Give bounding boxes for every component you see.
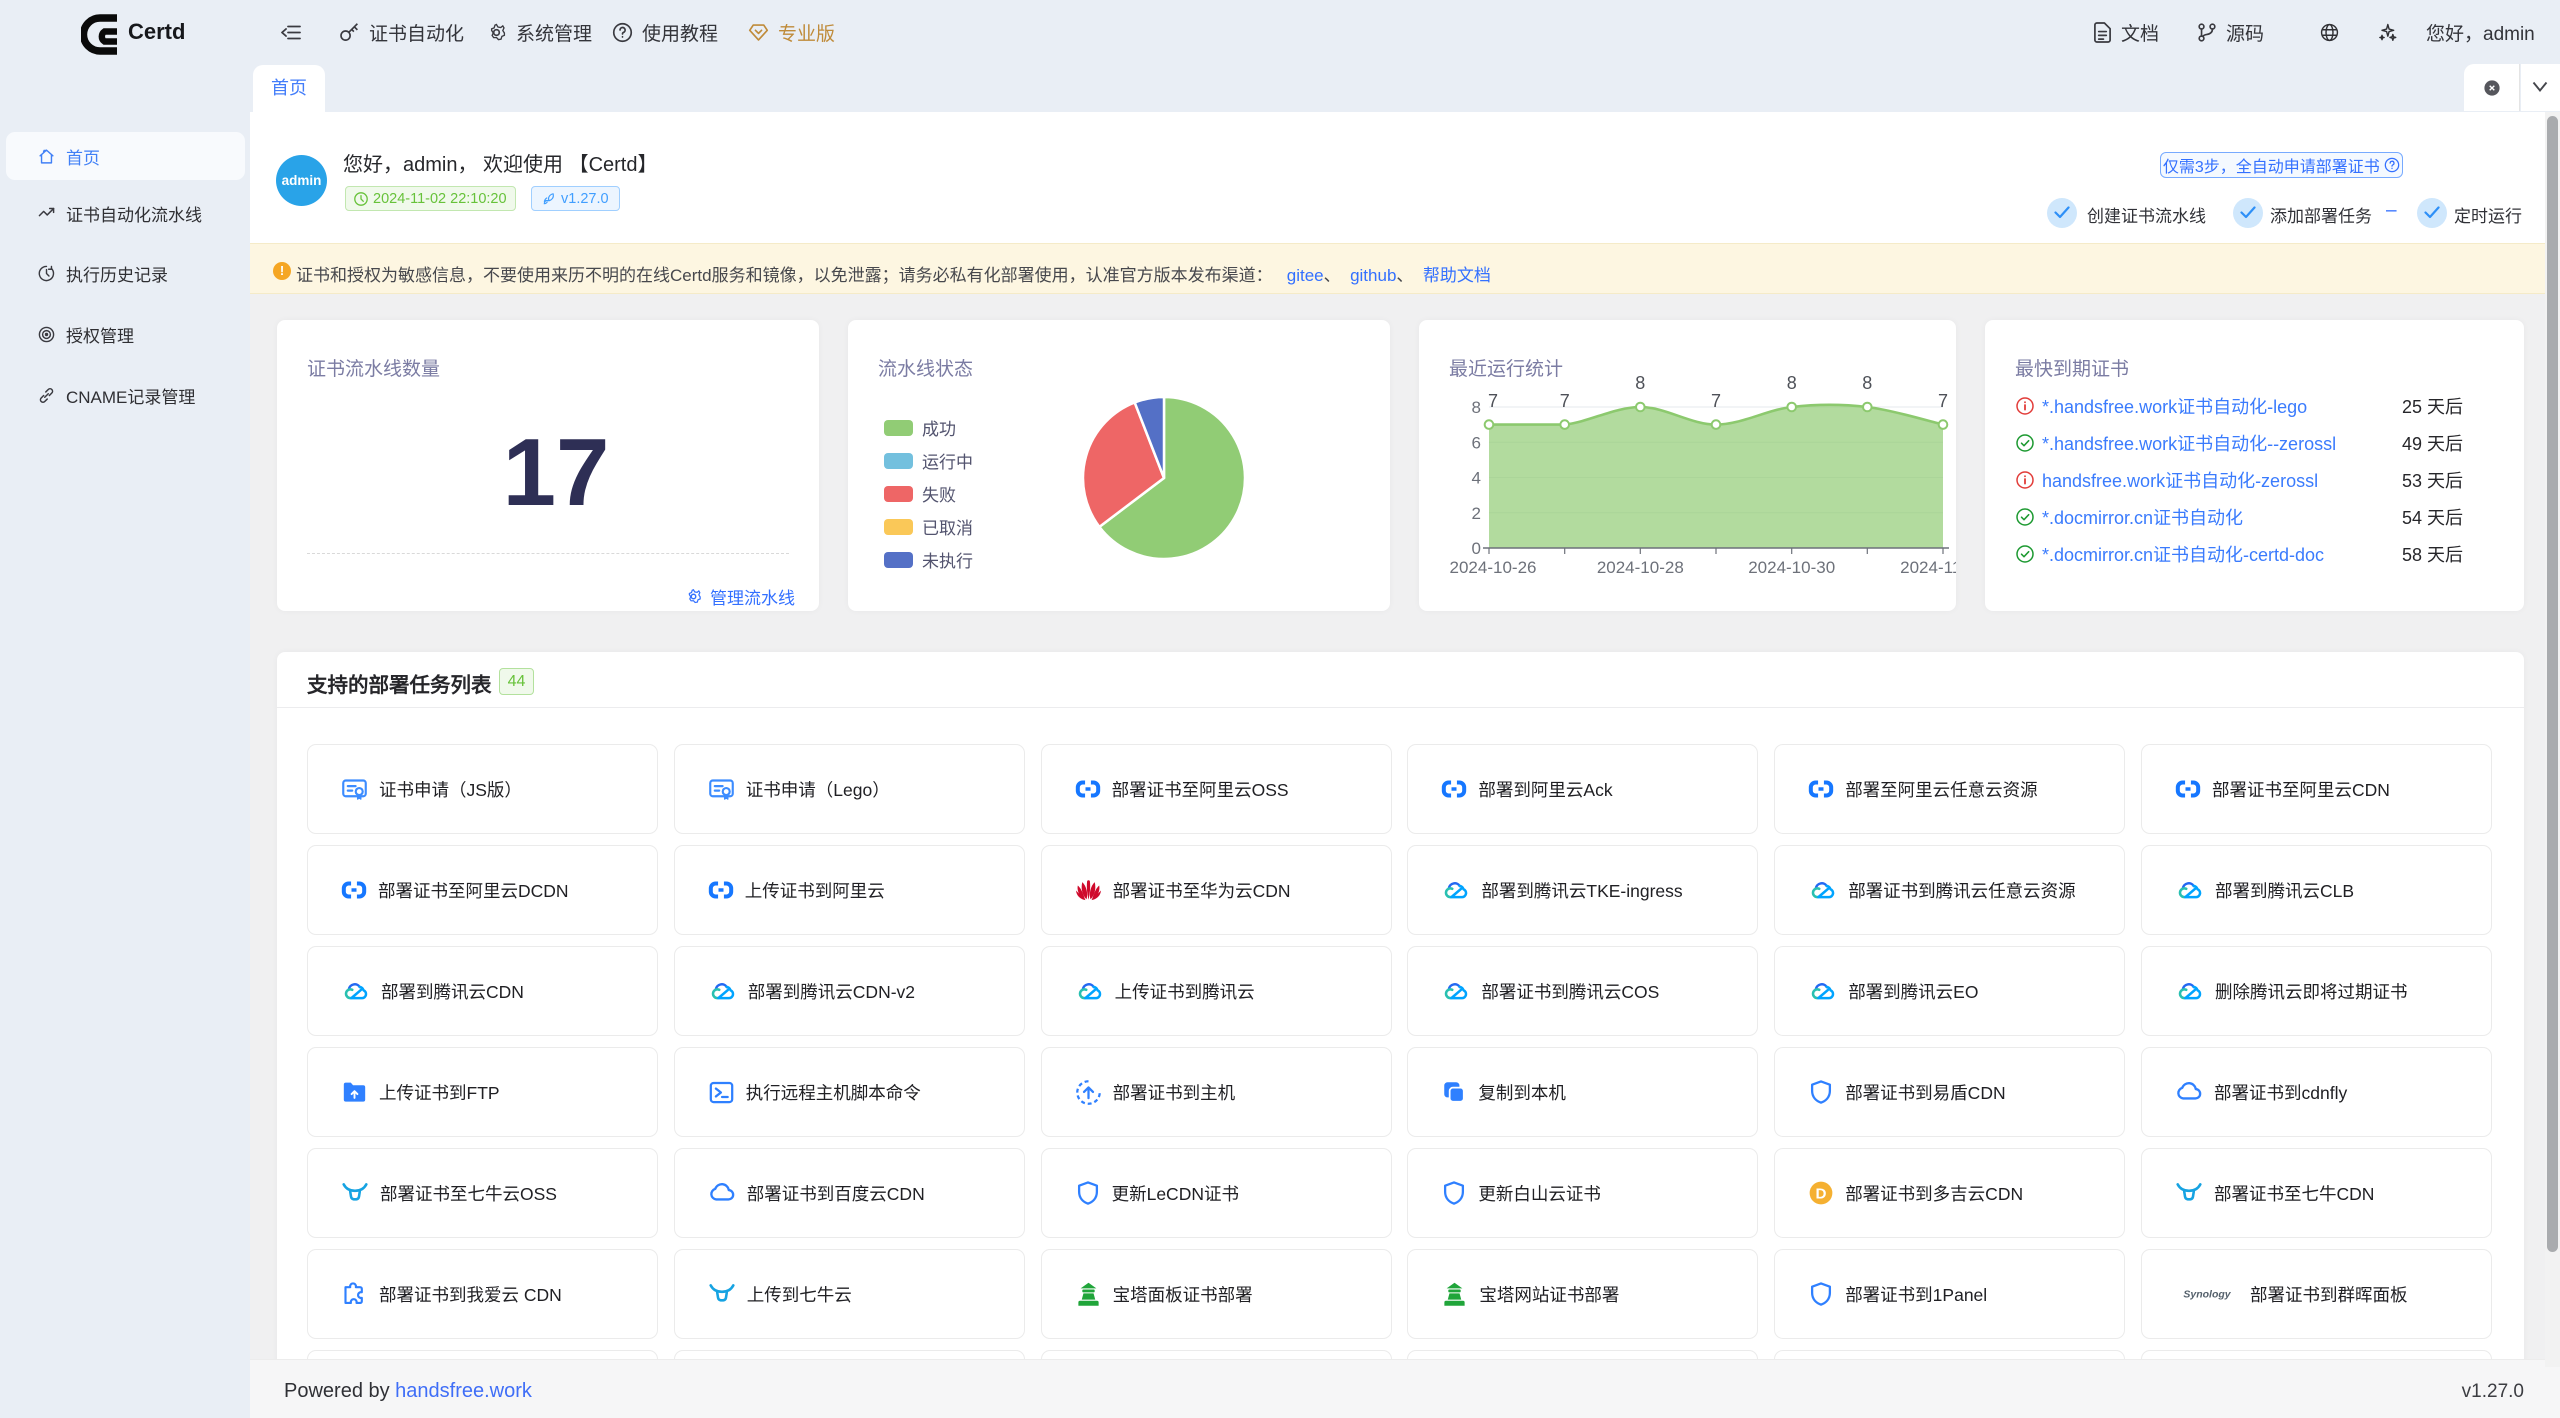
svg-text:2024-10-30: 2024-10-30 [1748,558,1835,577]
svg-text:D: D [1816,1185,1827,1202]
svg-text:7: 7 [1488,391,1498,411]
svg-text:2024-10-26: 2024-10-26 [1450,558,1537,577]
svg-text:8: 8 [1787,373,1797,393]
svg-text:8: 8 [1862,373,1872,393]
svg-text:2024-10-28: 2024-10-28 [1597,558,1684,577]
svg-text:2024-11-01: 2024-11-01 [1900,558,1956,577]
svg-text:7: 7 [1711,391,1721,411]
svg-text:8: 8 [1472,398,1481,417]
svg-text:8: 8 [1635,373,1645,393]
svg-text:Synology: Synology [2183,1289,2231,1301]
svg-text:7: 7 [1560,391,1570,411]
svg-text:0: 0 [1472,539,1481,558]
svg-text:2: 2 [1472,504,1481,523]
svg-text:4: 4 [1472,469,1481,488]
svg-text:7: 7 [1938,391,1948,411]
svg-text:6: 6 [1472,433,1481,452]
